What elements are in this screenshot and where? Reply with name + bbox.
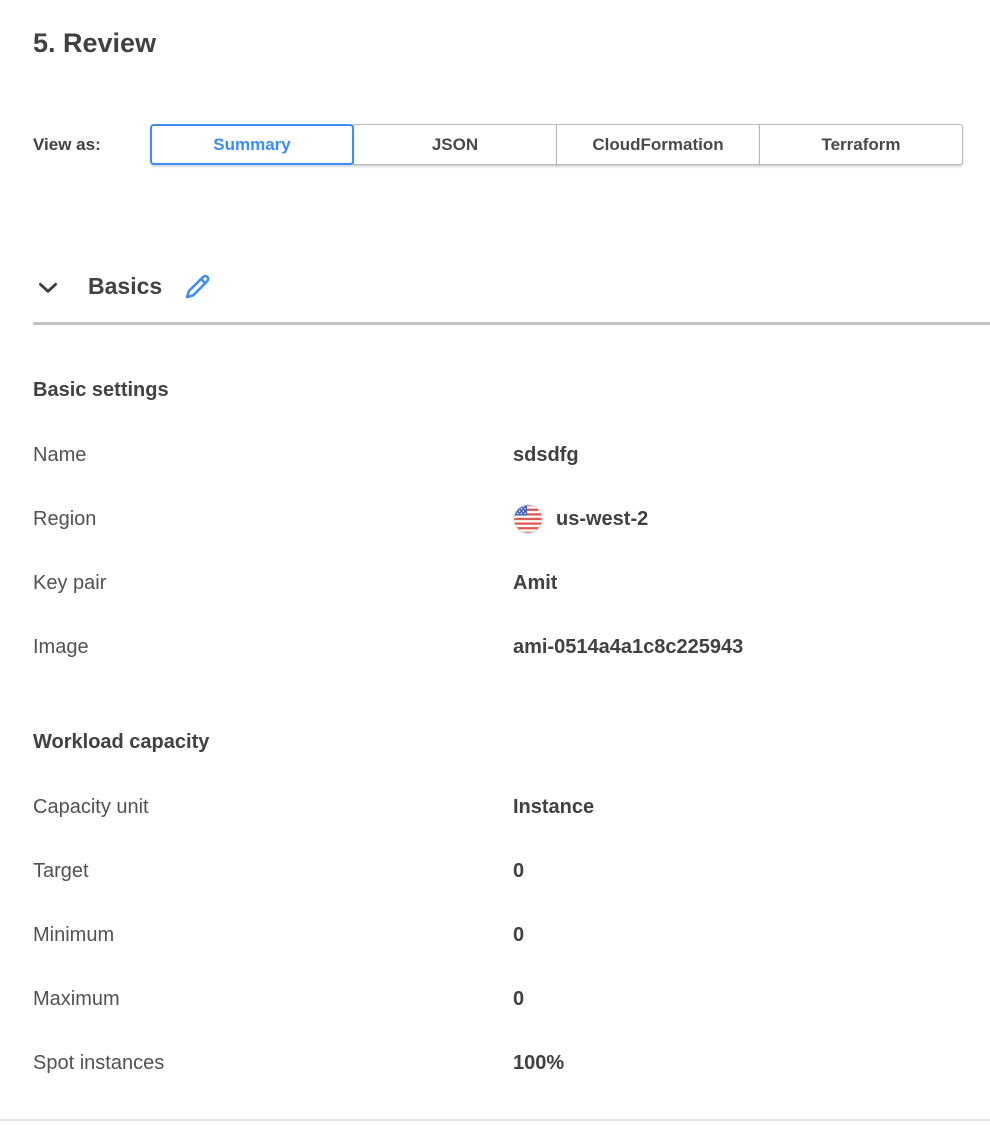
view-as-label: View as: xyxy=(33,135,150,155)
field-label: Region xyxy=(33,508,513,531)
basics-section-header: Basics xyxy=(35,271,990,302)
field-row-minimum: Minimum 0 xyxy=(0,903,990,967)
field-row-target: Target 0 xyxy=(0,839,990,903)
field-value: 0 xyxy=(513,988,524,1011)
edit-basics-button[interactable] xyxy=(184,273,211,300)
field-label: Image xyxy=(33,636,513,659)
field-value: ami-0514a4a1c8c225943 xyxy=(513,636,743,659)
field-row-key-pair: Key pair Amit xyxy=(0,551,990,615)
view-as-button-terraform[interactable]: Terraform xyxy=(759,124,963,165)
field-label: Minimum xyxy=(33,924,513,947)
page-title: 5. Review xyxy=(33,27,990,59)
field-row-spot-instances: Spot instances 100% xyxy=(0,1031,990,1095)
page-bottom-strip xyxy=(0,1121,990,1125)
field-value: 0 xyxy=(513,924,524,947)
section-title: Basics xyxy=(88,273,162,300)
field-value: Instance xyxy=(513,796,594,819)
chevron-down-icon xyxy=(35,274,61,300)
view-as-button-group: Summary JSON CloudFormation Terraform xyxy=(150,124,963,165)
field-label: Key pair xyxy=(33,572,513,595)
field-value: 100% xyxy=(513,1052,564,1075)
field-label: Name xyxy=(33,444,513,467)
workload-capacity-rows: Capacity unit Instance Target 0 Minimum … xyxy=(0,775,990,1095)
field-value: sdsdfg xyxy=(513,444,579,467)
group-heading-basic-settings: Basic settings xyxy=(33,378,990,402)
field-row-maximum: Maximum 0 xyxy=(0,967,990,1031)
field-value: us-west-2 xyxy=(513,504,648,534)
field-value: Amit xyxy=(513,572,557,595)
field-label: Target xyxy=(33,860,513,883)
field-row-region: Region xyxy=(0,487,990,551)
field-row-capacity-unit: Capacity unit Instance xyxy=(0,775,990,839)
field-row-name: Name sdsdfg xyxy=(0,423,990,487)
field-label: Spot instances xyxy=(33,1052,513,1075)
view-as-button-json[interactable]: JSON xyxy=(353,124,557,165)
basic-settings-rows: Name sdsdfg Region xyxy=(0,423,990,679)
section-divider xyxy=(33,322,990,325)
view-as-button-cloudformation[interactable]: CloudFormation xyxy=(556,124,760,165)
us-flag-icon xyxy=(513,504,543,534)
bottom-divider xyxy=(0,1119,990,1121)
edit-pencil-icon xyxy=(184,273,211,300)
view-as-row: View as: Summary JSON CloudFormation Ter… xyxy=(0,124,990,165)
group-heading-workload-capacity: Workload capacity xyxy=(33,730,990,754)
field-label: Capacity unit xyxy=(33,796,513,819)
region-value-text: us-west-2 xyxy=(556,508,648,531)
collapse-toggle[interactable] xyxy=(35,274,61,300)
field-row-image: Image ami-0514a4a1c8c225943 xyxy=(0,615,990,679)
view-as-button-summary[interactable]: Summary xyxy=(150,124,354,165)
field-label: Maximum xyxy=(33,988,513,1011)
field-value: 0 xyxy=(513,860,524,883)
